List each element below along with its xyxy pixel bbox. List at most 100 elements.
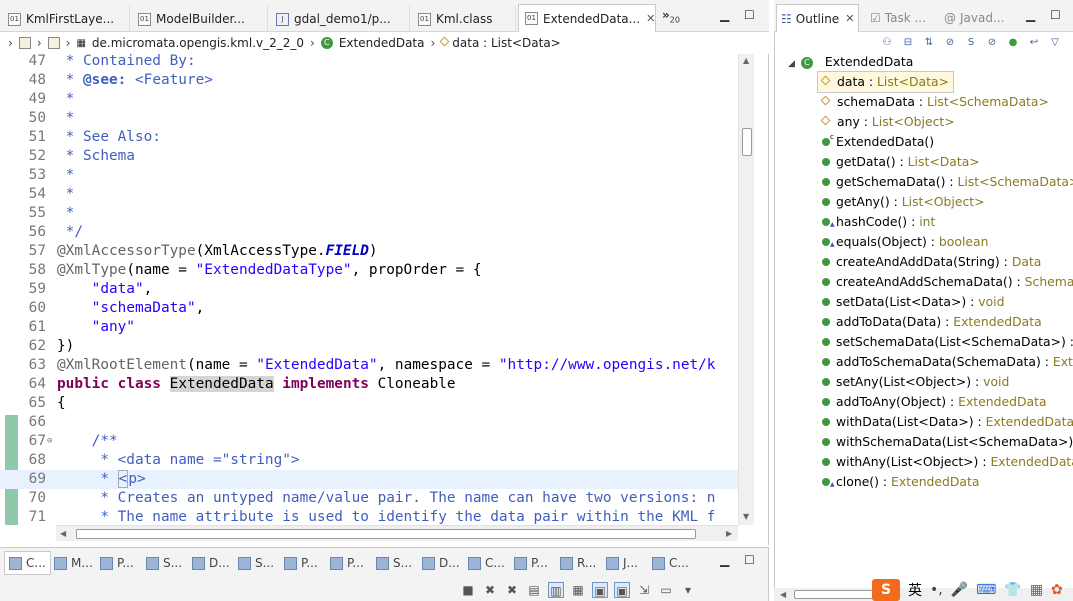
outline-item[interactable]: withAny(List<Object>) : ExtendedData: [818, 452, 1073, 472]
minimize-icon[interactable]: ▁: [1026, 8, 1035, 22]
editor-tab-gdal-demo1[interactable]: J gdal_demo1/p...: [270, 6, 410, 32]
bottom-tab[interactable]: S...: [238, 553, 274, 573]
tab-task-list[interactable]: ☑ Task ...: [870, 6, 926, 30]
editor-tab-kmlfirstlayer[interactable]: 01 KmlFirstLaye...: [2, 6, 130, 32]
fold-toggle-icon[interactable]: ⊖: [47, 432, 52, 451]
outline-item[interactable]: createAndAddData(String) : Data: [818, 252, 1045, 272]
outline-item[interactable]: ▲ equals(Object) : boolean: [818, 232, 992, 252]
code-line[interactable]: 68 * <data name ="string">: [0, 451, 738, 470]
skin-icon[interactable]: 👕: [1004, 582, 1021, 598]
outline-item[interactable]: setData(List<Data>) : void: [818, 292, 1009, 312]
bottom-tab[interactable]: J...: [606, 553, 638, 573]
tab-javadoc[interactable]: @ Javad...: [944, 6, 1004, 30]
maximize-icon[interactable]: ☐: [744, 553, 755, 567]
horizontal-scroll-thumb[interactable]: [794, 590, 874, 599]
bottom-tab[interactable]: S...: [146, 553, 182, 573]
scroll-up-icon[interactable]: ▲: [743, 56, 749, 65]
hierarchy-icon[interactable]: ⚇: [880, 36, 894, 50]
code-line[interactable]: 47 * Contained By:: [0, 54, 738, 71]
outline-item[interactable]: createAndAddSchemaData() : SchemaData: [818, 272, 1073, 292]
bottom-tab[interactable]: C...: [652, 553, 689, 573]
punctuation-icon[interactable]: •,: [930, 582, 943, 598]
hide-local-types-icon[interactable]: ●: [1006, 36, 1020, 50]
tab-outline[interactable]: ☷ Outline ✕: [776, 4, 860, 32]
code-area[interactable]: 47 * Contained By: 48 * @see: <Feature> 49…: [0, 54, 738, 525]
remove-all-icon[interactable]: ✖: [504, 582, 520, 598]
scroll-left-icon[interactable]: ◀: [60, 529, 66, 538]
horizontal-scroll-thumb[interactable]: [76, 529, 696, 539]
maximize-icon[interactable]: ☐: [1050, 8, 1061, 22]
code-line[interactable]: 66: [0, 413, 738, 432]
class-file-icon[interactable]: [47, 37, 60, 49]
code-line[interactable]: 59 "data",: [0, 280, 738, 299]
outline-item[interactable]: c ExtendedData(): [818, 132, 938, 152]
scroll-lock-icon[interactable]: ▥: [548, 582, 564, 598]
code-line[interactable]: 54 *: [0, 185, 738, 204]
code-line[interactable]: 65 {: [0, 394, 738, 413]
scroll-right-icon[interactable]: ▶: [726, 529, 732, 538]
tab-overflow-button[interactable]: »20: [662, 8, 680, 24]
sort-icon[interactable]: ⇅: [922, 36, 936, 50]
code-line[interactable]: 51 * See Also:: [0, 128, 738, 147]
link-editor-icon[interactable]: ↩: [1027, 36, 1041, 50]
hide-fields-icon[interactable]: ⊘: [943, 36, 957, 50]
editor-tab-modelbuilder[interactable]: 01 ModelBuilder...: [132, 6, 268, 32]
outline-item[interactable]: setAny(List<Object>) : void: [818, 372, 1013, 392]
outline-item[interactable]: setSchemaData(List<SchemaData>) : void: [818, 332, 1073, 352]
breadcrumb-package[interactable]: de.micromata.opengis.kml.v_2_2_0: [92, 36, 304, 50]
outline-item[interactable]: addToAny(Object) : ExtendedData: [818, 392, 1051, 412]
clear-console-icon[interactable]: ▤: [526, 582, 542, 598]
outline-item[interactable]: getData() : List<Data>: [818, 152, 984, 172]
editor-vertical-scrollbar[interactable]: ▲ ▼: [738, 54, 754, 525]
outline-item[interactable]: any : List<Object>: [818, 112, 959, 132]
remove-launch-icon[interactable]: ✖: [482, 582, 498, 598]
editor-horizontal-scrollbar[interactable]: ◀ ▶: [56, 525, 738, 541]
outline-item[interactable]: addToSchemaData(SchemaData) : ExtendedDa…: [818, 352, 1073, 372]
bottom-tab[interactable]: D...: [422, 553, 460, 573]
code-line[interactable]: 56 */: [0, 223, 738, 242]
expand-icon[interactable]: ◢: [788, 59, 795, 69]
breadcrumb-class[interactable]: ExtendedData: [339, 36, 425, 50]
maximize-icon[interactable]: ☐: [744, 8, 755, 22]
open-console-icon[interactable]: ▾: [680, 582, 696, 598]
outline-item[interactable]: getSchemaData() : List<SchemaData>: [818, 172, 1073, 192]
outline-item[interactable]: getAny() : List<Object>: [818, 192, 989, 212]
code-line[interactable]: 55 *: [0, 204, 738, 223]
close-tab-icon[interactable]: ✕: [845, 12, 854, 25]
show-on-output-icon[interactable]: ▣: [592, 582, 608, 598]
bottom-tab[interactable]: P...: [330, 553, 364, 573]
chevron-right-icon[interactable]: ›: [8, 36, 13, 50]
code-line[interactable]: 52 * Schema: [0, 147, 738, 166]
hide-non-public-icon[interactable]: ⊘: [985, 36, 999, 50]
pin-console-icon[interactable]: ⇲: [636, 582, 652, 598]
code-line[interactable]: 58 @XmlType(name = "ExtendedDataType", pr…: [0, 261, 738, 280]
show-on-error-icon[interactable]: ▣: [614, 582, 630, 598]
editor-tab-extendeddata[interactable]: 01 ExtendedData... ✕: [518, 4, 656, 32]
code-line[interactable]: 48 * @see: <Feature>: [0, 71, 738, 90]
outline-item[interactable]: ▲ hashCode() : int: [818, 212, 939, 232]
code-line[interactable]: 67 ⊖ /**: [0, 432, 738, 451]
sogou-logo[interactable]: S: [872, 578, 900, 601]
vertical-scroll-thumb[interactable]: [742, 128, 752, 156]
code-line[interactable]: 64 public class ExtendedData implements C…: [0, 375, 738, 394]
view-menu-icon[interactable]: ▽: [1048, 36, 1062, 50]
code-line[interactable]: 69 * <p>: [0, 470, 738, 489]
minimize-icon[interactable]: ▁: [720, 553, 729, 567]
outline-item[interactable]: withSchemaData(List<SchemaData>) : Exten…: [818, 432, 1073, 452]
breadcrumb-member[interactable]: data : List<Data>: [452, 36, 560, 50]
hide-static-icon[interactable]: S: [964, 36, 978, 50]
code-line[interactable]: 70 * Creates an untyped name/value pair.…: [0, 489, 738, 508]
display-console-icon[interactable]: ▭: [658, 582, 674, 598]
outline-item[interactable]: ▲ clone() : ExtendedData: [818, 472, 983, 492]
bottom-tab[interactable]: R...: [560, 553, 596, 573]
code-line[interactable]: 62}): [0, 337, 738, 356]
code-line[interactable]: 63 @XmlRootElement(name = "ExtendedData",…: [0, 356, 738, 375]
minimize-icon[interactable]: ▁: [720, 8, 729, 22]
bottom-tab[interactable]: C...: [468, 553, 505, 573]
code-line[interactable]: 71 * The name attribute is used to ident…: [0, 508, 738, 525]
microphone-icon[interactable]: 🎤: [951, 582, 968, 598]
code-line[interactable]: 61 "any": [0, 318, 738, 337]
editor-tab-kml-class[interactable]: 01 Kml.class: [412, 6, 516, 32]
outline-item[interactable]: withData(List<Data>) : ExtendedData: [818, 412, 1073, 432]
more-icon[interactable]: ✿: [1051, 582, 1063, 598]
